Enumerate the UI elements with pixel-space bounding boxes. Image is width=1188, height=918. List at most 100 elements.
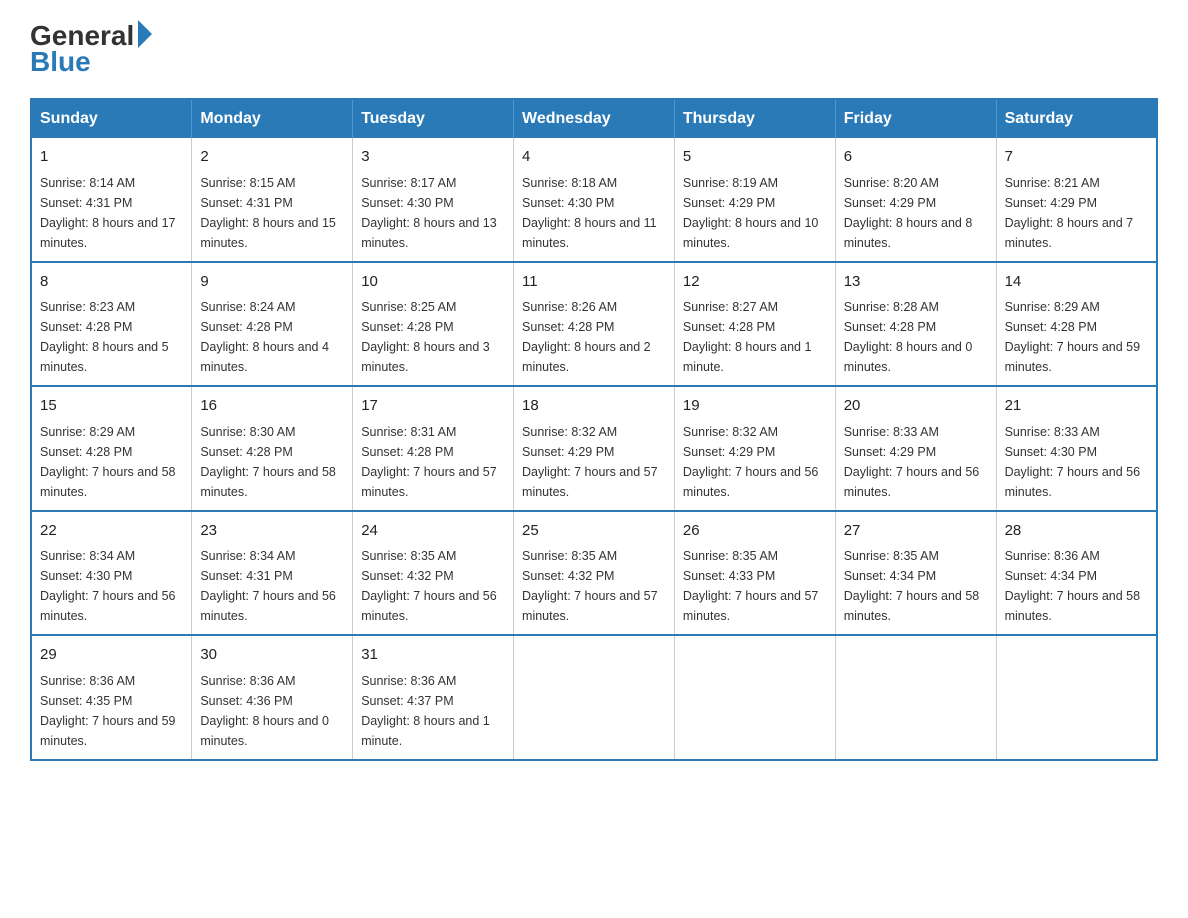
calendar-cell: 24 Sunrise: 8:35 AMSunset: 4:32 PMDayligh… (353, 511, 514, 636)
day-info: Sunrise: 8:19 AMSunset: 4:29 PMDaylight:… (683, 173, 827, 253)
calendar-week-row: 29 Sunrise: 8:36 AMSunset: 4:35 PMDayligh… (31, 635, 1157, 760)
calendar-cell: 20 Sunrise: 8:33 AMSunset: 4:29 PMDayligh… (835, 386, 996, 511)
day-number: 24 (361, 520, 505, 543)
calendar-cell: 4 Sunrise: 8:18 AMSunset: 4:30 PMDaylight… (514, 138, 675, 262)
day-number: 19 (683, 395, 827, 418)
calendar-cell: 13 Sunrise: 8:28 AMSunset: 4:28 PMDayligh… (835, 262, 996, 387)
calendar-week-row: 1Sunrise: 8:14 AMSunset: 4:31 PMDaylight… (31, 138, 1157, 262)
day-info: Sunrise: 8:26 AMSunset: 4:28 PMDaylight:… (522, 297, 666, 377)
day-info: Sunrise: 8:33 AMSunset: 4:30 PMDaylight:… (1005, 422, 1148, 502)
day-number: 1 (40, 146, 183, 169)
day-info: Sunrise: 8:36 AMSunset: 4:37 PMDaylight:… (361, 671, 505, 751)
calendar-header-row: SundayMondayTuesdayWednesdayThursdayFrid… (31, 99, 1157, 138)
calendar-cell: 10Sunrise: 8:25 AMSunset: 4:28 PMDayligh… (353, 262, 514, 387)
day-info: Sunrise: 8:31 AMSunset: 4:28 PMDaylight:… (361, 422, 505, 502)
calendar-cell: 26 Sunrise: 8:35 AMSunset: 4:33 PMDayligh… (674, 511, 835, 636)
calendar-cell: 25Sunrise: 8:35 AMSunset: 4:32 PMDayligh… (514, 511, 675, 636)
day-number: 7 (1005, 146, 1148, 169)
day-number: 8 (40, 271, 183, 294)
calendar-cell: 17 Sunrise: 8:31 AMSunset: 4:28 PMDayligh… (353, 386, 514, 511)
calendar-cell: 18 Sunrise: 8:32 AMSunset: 4:29 PMDayligh… (514, 386, 675, 511)
day-number: 17 (361, 395, 505, 418)
day-info: Sunrise: 8:20 AMSunset: 4:29 PMDaylight:… (844, 173, 988, 253)
calendar-cell: 19 Sunrise: 8:32 AMSunset: 4:29 PMDayligh… (674, 386, 835, 511)
day-number: 2 (200, 146, 344, 169)
day-number: 16 (200, 395, 344, 418)
day-info: Sunrise: 8:33 AMSunset: 4:29 PMDaylight:… (844, 422, 988, 502)
day-number: 3 (361, 146, 505, 169)
calendar-header-wednesday: Wednesday (514, 99, 675, 138)
page-header: General Blue (30, 20, 1158, 78)
day-number: 12 (683, 271, 827, 294)
calendar-cell: 1Sunrise: 8:14 AMSunset: 4:31 PMDaylight… (31, 138, 192, 262)
calendar-cell: 22Sunrise: 8:34 AMSunset: 4:30 PMDayligh… (31, 511, 192, 636)
day-info: Sunrise: 8:36 AMSunset: 4:36 PMDaylight:… (200, 671, 344, 751)
day-info: Sunrise: 8:34 AMSunset: 4:30 PMDaylight:… (40, 546, 183, 626)
day-info: Sunrise: 8:34 AMSunset: 4:31 PMDaylight:… (200, 546, 344, 626)
calendar-table: SundayMondayTuesdayWednesdayThursdayFrid… (30, 98, 1158, 761)
calendar-cell: 16Sunrise: 8:30 AMSunset: 4:28 PMDayligh… (192, 386, 353, 511)
day-info: Sunrise: 8:36 AMSunset: 4:35 PMDaylight:… (40, 671, 183, 751)
calendar-cell: 6 Sunrise: 8:20 AMSunset: 4:29 PMDaylight… (835, 138, 996, 262)
day-number: 26 (683, 520, 827, 543)
day-info: Sunrise: 8:35 AMSunset: 4:34 PMDaylight:… (844, 546, 988, 626)
calendar-header-tuesday: Tuesday (353, 99, 514, 138)
calendar-cell: 31 Sunrise: 8:36 AMSunset: 4:37 PMDayligh… (353, 635, 514, 760)
day-info: Sunrise: 8:28 AMSunset: 4:28 PMDaylight:… (844, 297, 988, 377)
day-number: 14 (1005, 271, 1148, 294)
logo-arrow-icon (138, 20, 152, 48)
calendar-cell: 21 Sunrise: 8:33 AMSunset: 4:30 PMDayligh… (996, 386, 1157, 511)
day-info: Sunrise: 8:25 AMSunset: 4:28 PMDaylight:… (361, 297, 505, 377)
calendar-cell: 3 Sunrise: 8:17 AMSunset: 4:30 PMDaylight… (353, 138, 514, 262)
calendar-cell: 15 Sunrise: 8:29 AMSunset: 4:28 PMDayligh… (31, 386, 192, 511)
day-number: 30 (200, 644, 344, 667)
day-number: 15 (40, 395, 183, 418)
day-number: 25 (522, 520, 666, 543)
calendar-cell: 30 Sunrise: 8:36 AMSunset: 4:36 PMDayligh… (192, 635, 353, 760)
day-number: 18 (522, 395, 666, 418)
calendar-header-sunday: Sunday (31, 99, 192, 138)
day-number: 23 (200, 520, 344, 543)
calendar-header-saturday: Saturday (996, 99, 1157, 138)
calendar-cell: 29 Sunrise: 8:36 AMSunset: 4:35 PMDayligh… (31, 635, 192, 760)
day-info: Sunrise: 8:35 AMSunset: 4:33 PMDaylight:… (683, 546, 827, 626)
calendar-cell (674, 635, 835, 760)
calendar-week-row: 8 Sunrise: 8:23 AMSunset: 4:28 PMDaylight… (31, 262, 1157, 387)
day-info: Sunrise: 8:15 AMSunset: 4:31 PMDaylight:… (200, 173, 344, 253)
day-number: 27 (844, 520, 988, 543)
calendar-header-friday: Friday (835, 99, 996, 138)
calendar-week-row: 15 Sunrise: 8:29 AMSunset: 4:28 PMDayligh… (31, 386, 1157, 511)
calendar-cell: 12Sunrise: 8:27 AMSunset: 4:28 PMDayligh… (674, 262, 835, 387)
day-info: Sunrise: 8:36 AMSunset: 4:34 PMDaylight:… (1005, 546, 1148, 626)
day-number: 28 (1005, 520, 1148, 543)
calendar-cell: 9 Sunrise: 8:24 AMSunset: 4:28 PMDaylight… (192, 262, 353, 387)
day-number: 20 (844, 395, 988, 418)
day-info: Sunrise: 8:24 AMSunset: 4:28 PMDaylight:… (200, 297, 344, 377)
calendar-cell: 14 Sunrise: 8:29 AMSunset: 4:28 PMDayligh… (996, 262, 1157, 387)
day-number: 31 (361, 644, 505, 667)
day-number: 9 (200, 271, 344, 294)
day-number: 6 (844, 146, 988, 169)
day-info: Sunrise: 8:18 AMSunset: 4:30 PMDaylight:… (522, 173, 666, 253)
calendar-header-monday: Monday (192, 99, 353, 138)
day-info: Sunrise: 8:23 AMSunset: 4:28 PMDaylight:… (40, 297, 183, 377)
day-number: 13 (844, 271, 988, 294)
calendar-header-thursday: Thursday (674, 99, 835, 138)
day-number: 4 (522, 146, 666, 169)
calendar-cell: 27 Sunrise: 8:35 AMSunset: 4:34 PMDayligh… (835, 511, 996, 636)
day-number: 11 (522, 271, 666, 294)
calendar-week-row: 22Sunrise: 8:34 AMSunset: 4:30 PMDayligh… (31, 511, 1157, 636)
day-info: Sunrise: 8:29 AMSunset: 4:28 PMDaylight:… (40, 422, 183, 502)
calendar-cell (514, 635, 675, 760)
day-info: Sunrise: 8:29 AMSunset: 4:28 PMDaylight:… (1005, 297, 1148, 377)
day-info: Sunrise: 8:32 AMSunset: 4:29 PMDaylight:… (683, 422, 827, 502)
logo-blue-text: Blue (30, 46, 91, 78)
day-number: 21 (1005, 395, 1148, 418)
day-number: 29 (40, 644, 183, 667)
day-info: Sunrise: 8:35 AMSunset: 4:32 PMDaylight:… (361, 546, 505, 626)
calendar-cell: 5Sunrise: 8:19 AMSunset: 4:29 PMDaylight… (674, 138, 835, 262)
calendar-cell (835, 635, 996, 760)
logo: General Blue (30, 20, 152, 78)
day-info: Sunrise: 8:17 AMSunset: 4:30 PMDaylight:… (361, 173, 505, 253)
day-info: Sunrise: 8:32 AMSunset: 4:29 PMDaylight:… (522, 422, 666, 502)
